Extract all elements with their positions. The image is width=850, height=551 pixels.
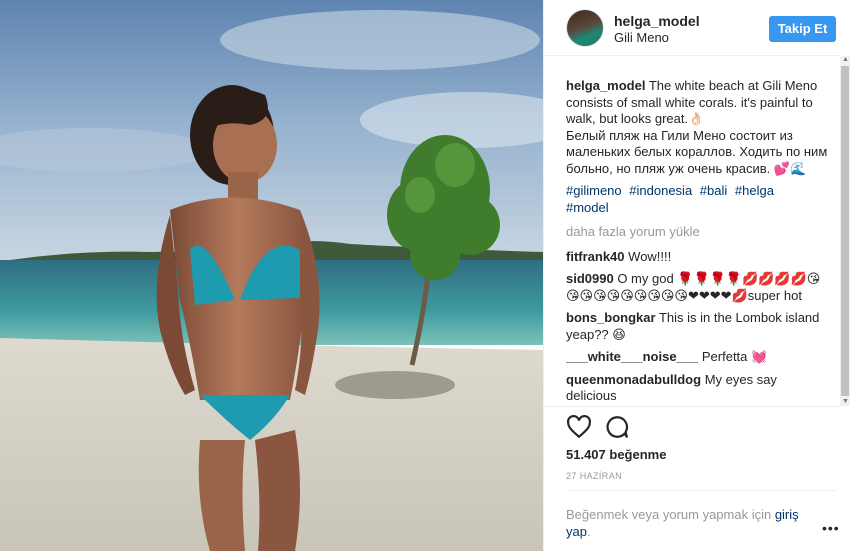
post-date[interactable]: 27 HAZİRAN bbox=[566, 471, 622, 481]
follow-button[interactable]: Takip Et bbox=[769, 16, 836, 42]
comment-username[interactable]: queenmonadabulldog bbox=[566, 372, 701, 387]
post-location[interactable]: Gili Meno bbox=[614, 30, 669, 45]
comment-username[interactable]: ___white___noise___ bbox=[566, 349, 698, 364]
post-photo[interactable] bbox=[0, 0, 543, 551]
heart-outline-icon[interactable] bbox=[566, 414, 592, 440]
post-details-panel: helga_model Gili Meno Takip Et helga_mod… bbox=[543, 0, 850, 551]
hashtags: #gilimeno #indonesia #bali #helga #model bbox=[566, 183, 828, 216]
comment-text: Wow!!!! bbox=[628, 248, 672, 264]
hashtag-link[interactable]: #model bbox=[566, 200, 609, 215]
load-more-comments-link[interactable]: daha fazla yorum yükle bbox=[566, 224, 828, 241]
comment-text: Perfetta 💓 bbox=[701, 349, 768, 364]
comment-item: ___white___noise___ Perfetta 💓 bbox=[566, 349, 828, 366]
likes-count[interactable]: 51.407 beğenme bbox=[566, 447, 666, 462]
caption-text-ru: Белый пляж на Гили Мено состоит из мален… bbox=[566, 127, 828, 176]
comment-username[interactable]: fitfrank40 bbox=[566, 249, 625, 264]
comment-item: sid0990 O my god 🌹🌹🌹🌹💋💋💋💋😘😘😘😘😘😘😘😘😘😘❤❤❤❤💋… bbox=[566, 271, 828, 304]
login-prompt: Beğenmek veya yorum yapmak için giriş ya… bbox=[566, 507, 811, 540]
hashtag-link[interactable]: #indonesia bbox=[629, 183, 692, 198]
comment-item: queenmonadabulldog My eyes say delicious bbox=[566, 372, 828, 405]
comments-scrollbar[interactable]: ▲ ▼ bbox=[840, 56, 850, 406]
comment-item: bons_bongkar This is in the Lombok islan… bbox=[566, 310, 828, 343]
beach-photo-illustration bbox=[0, 0, 543, 551]
scrollbar-thumb[interactable] bbox=[841, 66, 849, 396]
caption: helga_model The white beach at Gili Meno… bbox=[566, 78, 828, 216]
ellipsis-icon[interactable]: ••• bbox=[822, 520, 840, 536]
post-username[interactable]: helga_model bbox=[614, 13, 700, 29]
caption-username[interactable]: helga_model bbox=[566, 78, 645, 93]
comment-username[interactable]: bons_bongkar bbox=[566, 310, 656, 325]
scroll-down-arrow-icon[interactable]: ▼ bbox=[842, 398, 849, 406]
instagram-post-page: helga_model Gili Meno Takip Et helga_mod… bbox=[0, 0, 850, 551]
scroll-up-arrow-icon[interactable]: ▲ bbox=[842, 56, 849, 64]
comment-item: fitfrank40 Wow!!!! bbox=[566, 249, 828, 266]
divider bbox=[544, 406, 840, 407]
login-prompt-suffix: . bbox=[586, 523, 591, 539]
login-prompt-prefix: Beğenmek veya yorum yapmak için bbox=[566, 507, 775, 522]
comments-list: helga_model The white beach at Gili Meno… bbox=[566, 78, 828, 406]
speech-bubble-icon[interactable] bbox=[604, 414, 630, 440]
comment-username[interactable]: sid0990 bbox=[566, 271, 614, 286]
hashtag-link[interactable]: #helga bbox=[735, 183, 774, 198]
avatar[interactable] bbox=[566, 9, 604, 47]
divider bbox=[566, 490, 836, 491]
hashtag-link[interactable]: #gilimeno bbox=[566, 183, 622, 198]
post-header: helga_model Gili Meno Takip Et bbox=[544, 0, 840, 56]
hashtag-link[interactable]: #bali bbox=[700, 183, 727, 198]
